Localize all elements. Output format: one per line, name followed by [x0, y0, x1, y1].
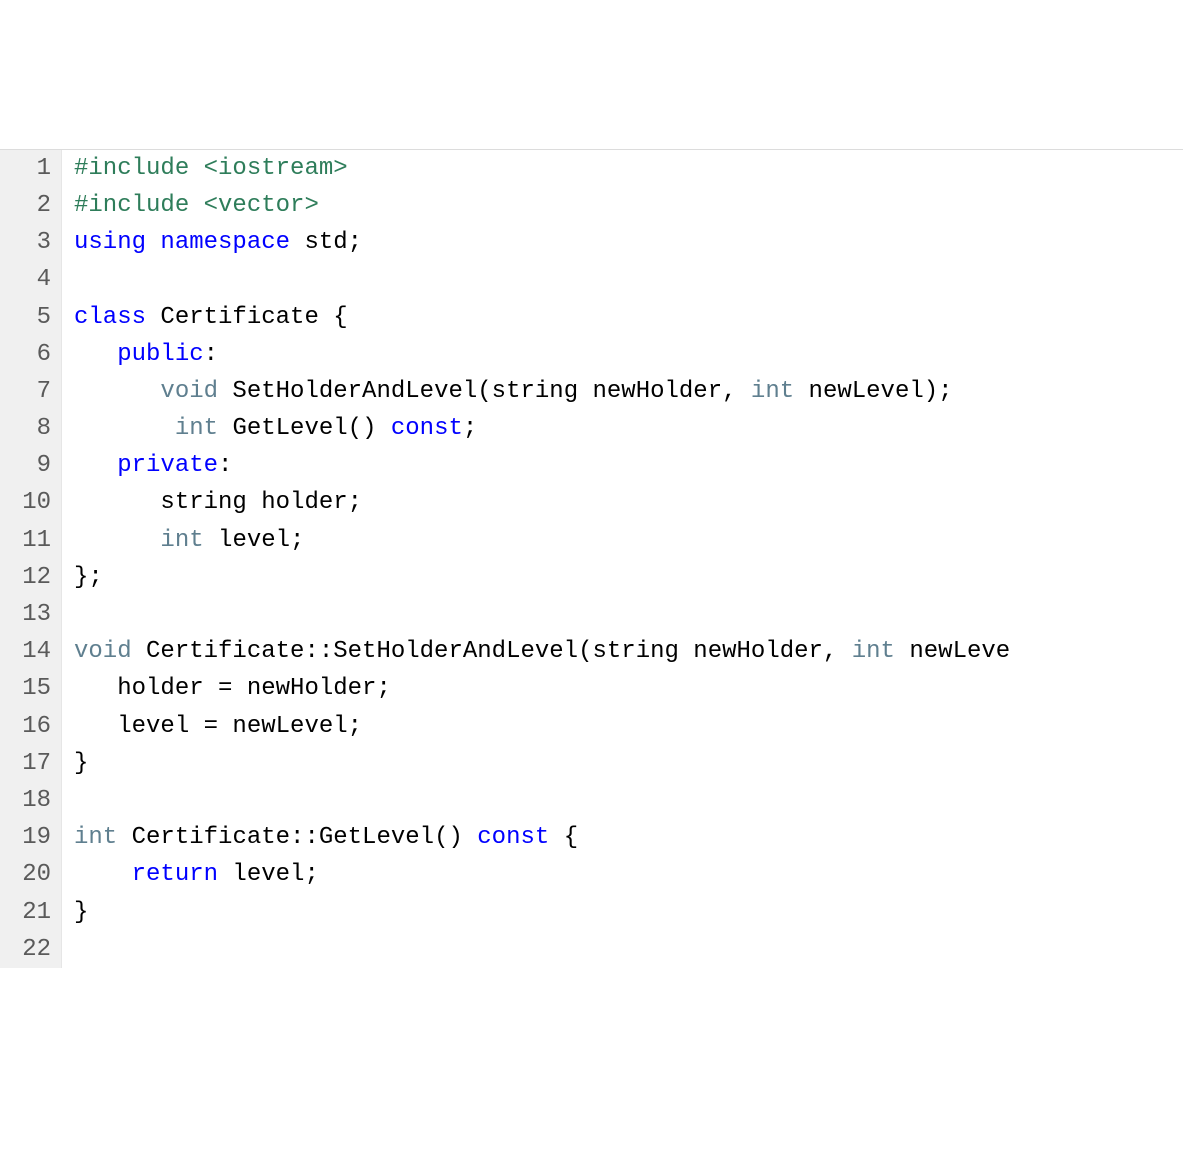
line-number: 12 [6, 559, 51, 596]
token-plain [74, 341, 117, 368]
line-number: 13 [6, 596, 51, 633]
code-line[interactable]: string holder; [74, 484, 1183, 521]
code-line[interactable]: class Certificate { [74, 299, 1183, 336]
code-line[interactable]: using namespace std; [74, 224, 1183, 261]
code-line[interactable]: private: [74, 447, 1183, 484]
token-plain: holder = newHolder; [74, 675, 391, 702]
token-type: void [74, 638, 132, 665]
code-line[interactable]: } [74, 894, 1183, 931]
token-kw: namespace [160, 229, 290, 256]
token-pre: #include <iostream> [74, 155, 348, 182]
code-line[interactable] [74, 596, 1183, 633]
line-number: 16 [6, 708, 51, 745]
token-plain [146, 229, 160, 256]
token-plain [74, 527, 160, 554]
line-number: 22 [6, 931, 51, 968]
code-line[interactable]: int level; [74, 522, 1183, 559]
code-line[interactable]: level = newLevel; [74, 708, 1183, 745]
token-plain: : [204, 341, 218, 368]
token-plain: std; [290, 229, 362, 256]
line-number: 2 [6, 187, 51, 224]
token-plain: level = newLevel; [74, 713, 362, 740]
token-plain [74, 861, 132, 888]
code-line[interactable] [74, 782, 1183, 819]
token-plain: } [74, 899, 88, 926]
line-number-gutter: 12345678910111213141516171819202122 [0, 150, 62, 968]
line-number: 10 [6, 484, 51, 521]
token-plain: ; [463, 415, 477, 442]
token-plain: level; [204, 527, 305, 554]
token-plain: newLevel); [794, 378, 952, 405]
token-plain [74, 378, 160, 405]
token-plain [74, 452, 117, 479]
line-number: 15 [6, 670, 51, 707]
code-line[interactable]: }; [74, 559, 1183, 596]
token-plain: Certificate::SetHolderAndLevel(string ne… [132, 638, 852, 665]
token-type: int [751, 378, 794, 405]
token-plain: }; [74, 564, 103, 591]
token-type: int [852, 638, 895, 665]
token-plain: : [218, 452, 232, 479]
line-number: 11 [6, 522, 51, 559]
code-line[interactable] [74, 931, 1183, 968]
line-number: 3 [6, 224, 51, 261]
code-line[interactable]: #include <iostream> [74, 150, 1183, 187]
line-number: 20 [6, 856, 51, 893]
token-kw: const [477, 824, 549, 851]
token-type: int [160, 527, 203, 554]
line-number: 5 [6, 299, 51, 336]
line-number: 1 [6, 150, 51, 187]
code-line[interactable]: return level; [74, 856, 1183, 893]
token-kw: private [117, 452, 218, 479]
token-plain: string holder; [74, 489, 362, 516]
token-kw: const [391, 415, 463, 442]
line-number: 8 [6, 410, 51, 447]
token-type: int [175, 415, 218, 442]
line-number: 9 [6, 447, 51, 484]
token-plain: level; [218, 861, 319, 888]
token-plain: newLeve [895, 638, 1010, 665]
line-number: 4 [6, 261, 51, 298]
code-line[interactable]: #include <vector> [74, 187, 1183, 224]
token-plain: SetHolderAndLevel(string newHolder, [218, 378, 751, 405]
line-number: 17 [6, 745, 51, 782]
code-line[interactable]: int GetLevel() const; [74, 410, 1183, 447]
line-number: 6 [6, 336, 51, 373]
token-type: void [160, 378, 218, 405]
line-number: 7 [6, 373, 51, 410]
token-plain: Certificate::GetLevel() [117, 824, 477, 851]
token-kw: using [74, 229, 146, 256]
code-line[interactable]: holder = newHolder; [74, 670, 1183, 707]
token-pre: #include <vector> [74, 192, 319, 219]
code-line[interactable] [74, 261, 1183, 298]
token-plain: } [74, 750, 88, 777]
line-number: 19 [6, 819, 51, 856]
token-kw: class [74, 304, 146, 331]
token-type: int [74, 824, 117, 851]
code-line[interactable]: } [74, 745, 1183, 782]
line-number: 14 [6, 633, 51, 670]
code-line[interactable]: int Certificate::GetLevel() const { [74, 819, 1183, 856]
token-kw: return [132, 861, 218, 888]
code-line[interactable]: public: [74, 336, 1183, 373]
line-number: 18 [6, 782, 51, 819]
token-plain: { [549, 824, 578, 851]
line-number: 21 [6, 894, 51, 931]
code-line[interactable]: void SetHolderAndLevel(string newHolder,… [74, 373, 1183, 410]
code-editor: 12345678910111213141516171819202122 #inc… [0, 149, 1183, 968]
code-area[interactable]: #include <iostream> #include <vector> usin… [62, 150, 1183, 968]
token-plain [74, 415, 175, 442]
token-plain: Certificate { [146, 304, 348, 331]
token-kw: public [117, 341, 203, 368]
code-line[interactable]: void Certificate::SetHolderAndLevel(stri… [74, 633, 1183, 670]
token-plain: GetLevel() [218, 415, 391, 442]
